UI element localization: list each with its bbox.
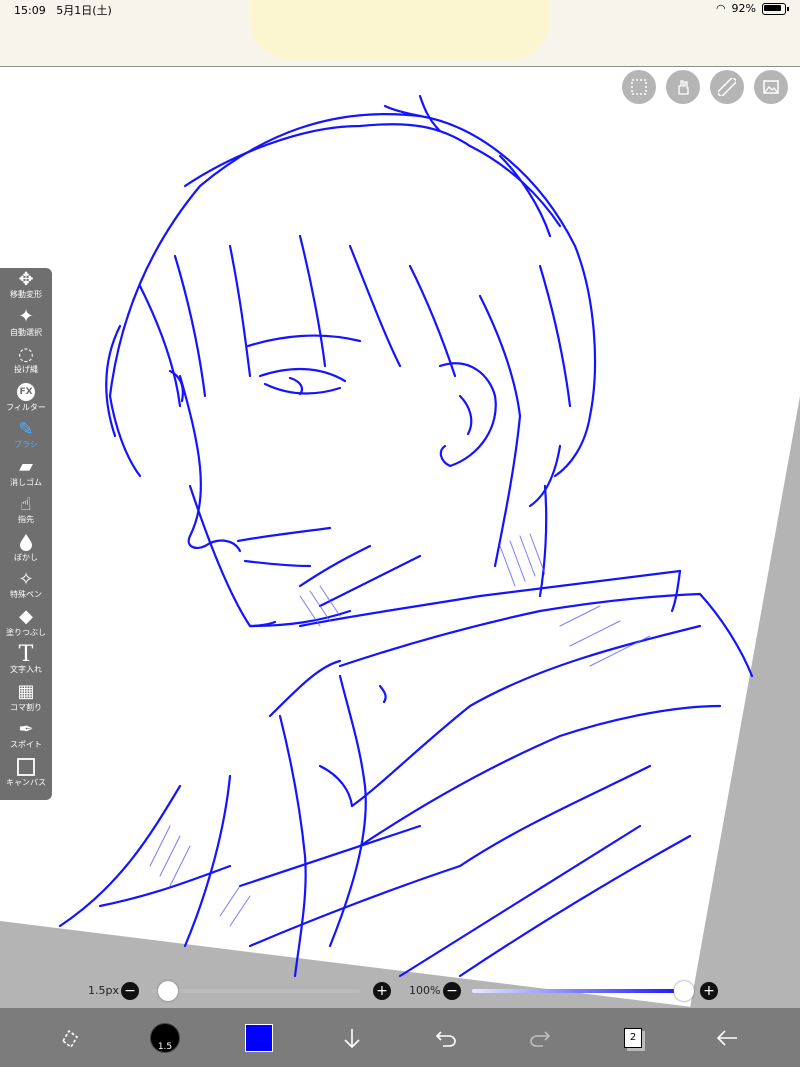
- redo-icon[interactable]: [510, 1008, 570, 1067]
- tool-label: フィルター: [6, 402, 46, 412]
- sketch-artwork: [0, 94, 800, 1008]
- tool-label: 消しゴム: [10, 477, 42, 487]
- tool-fill[interactable]: ◆ 塗りつぶし: [0, 606, 52, 644]
- layers-button[interactable]: 2: [603, 1008, 663, 1067]
- opacity-label: 100%: [409, 984, 441, 997]
- tool-auto-select[interactable]: ✦ 自動選択: [0, 306, 52, 344]
- tool-canvas[interactable]: キャンバス: [0, 756, 52, 794]
- brush-size-button[interactable]: 1.5: [135, 1008, 195, 1067]
- tool-label: 文字入れ: [10, 665, 42, 674]
- brush-size-slider[interactable]: [152, 989, 360, 993]
- fx-icon: FX: [17, 381, 35, 403]
- tool-special-pen[interactable]: ✧ 特殊ペン: [0, 568, 52, 606]
- back-arrow-icon[interactable]: [697, 1008, 757, 1067]
- tool-finger[interactable]: ☝ 指先: [0, 493, 52, 531]
- tool-text[interactable]: T 文字入れ: [0, 641, 52, 681]
- opacity-minus-button[interactable]: −: [443, 982, 461, 1000]
- slider-bar: 1.5px − + 100% − +: [0, 978, 800, 1006]
- sketch-lines: [58, 94, 754, 978]
- image-icon[interactable]: [754, 70, 788, 104]
- opacity-plus-button[interactable]: +: [700, 982, 718, 1000]
- brush-size-badge: 1.5: [150, 1022, 180, 1053]
- tool-lasso[interactable]: ◌ 投げ縄: [0, 343, 52, 381]
- tool-palette: ✥ 移動変形 ✦ 自動選択 ◌ 投げ縄 FX フィルター ✎ ブラシ ▰ 消しゴム ☝ 指先 …: [0, 268, 52, 800]
- tool-label: スポイト: [10, 740, 42, 749]
- tool-label: 投げ縄: [14, 365, 38, 374]
- current-color-swatch: [245, 1023, 273, 1052]
- brush-icon: ✎: [18, 418, 34, 440]
- selection-icon[interactable]: [622, 70, 656, 104]
- undo-icon[interactable]: [416, 1008, 476, 1067]
- magic-wand-icon: ✦: [18, 306, 34, 327]
- tool-label: コマ割り: [10, 702, 42, 712]
- canvas-background-right: [690, 396, 800, 1008]
- color-button[interactable]: [229, 1008, 289, 1067]
- move-icon: ✥: [18, 268, 34, 290]
- brush-size-minus-button[interactable]: −: [121, 982, 139, 1000]
- brush-size-label: 1.5px: [88, 984, 119, 997]
- tool-label: 移動変形: [10, 290, 42, 299]
- battery-percent: 92%: [731, 2, 756, 15]
- tool-frame[interactable]: ▦ コマ割り: [0, 681, 52, 719]
- tool-label: 指先: [18, 515, 34, 524]
- drop-icon: [19, 531, 33, 553]
- top-right-buttons: [622, 70, 788, 104]
- wifi-icon: ◠: [715, 2, 726, 15]
- brush-size-slider-knob[interactable]: [158, 981, 179, 1001]
- tool-label: キャンバス: [6, 777, 46, 787]
- tool-eraser[interactable]: ▰ 消しゴム: [0, 456, 52, 494]
- tool-label: ぼかし: [14, 552, 38, 562]
- eyedropper-icon: ✒: [18, 718, 34, 740]
- bottom-toolbar: 1.5 2: [0, 1008, 800, 1067]
- status-date: 5月1日(土): [56, 4, 112, 17]
- tool-move[interactable]: ✥ 移動変形: [0, 268, 52, 306]
- layers-icon: 2: [624, 1027, 642, 1048]
- lasso-icon: ◌: [18, 343, 34, 365]
- opacity-slider-knob[interactable]: [674, 981, 694, 1001]
- status-right: ◠ 92%: [715, 2, 789, 15]
- tool-label: ブラシ: [14, 440, 38, 449]
- frame-icon: ▦: [17, 681, 35, 702]
- battery-icon: [762, 2, 789, 15]
- tool-label: 塗りつぶし: [5, 627, 47, 637]
- fill-icon: ◆: [19, 606, 33, 627]
- finger-icon: ☝: [20, 493, 32, 515]
- tool-label: 自動選択: [10, 327, 42, 337]
- text-icon: T: [18, 641, 34, 667]
- status-bar: 15:09 5月1日(土) ◠ 92%: [0, 0, 800, 67]
- tool-filter[interactable]: FX フィルター: [0, 381, 52, 419]
- eraser-icon: ▰: [19, 456, 33, 477]
- opacity-slider[interactable]: [472, 989, 684, 993]
- hand-icon[interactable]: [666, 70, 700, 104]
- ruler-icon[interactable]: [710, 70, 744, 104]
- drawing-canvas[interactable]: [0, 66, 800, 1008]
- tool-blur[interactable]: ぼかし: [0, 531, 52, 569]
- brush-size-plus-button[interactable]: +: [373, 982, 391, 1000]
- special-pen-icon: ✧: [18, 568, 34, 590]
- tool-label: 特殊ペン: [10, 590, 42, 599]
- canvas-icon: [17, 756, 35, 778]
- status-time: 15:09 5月1日(土): [14, 4, 112, 17]
- transform-icon[interactable]: [40, 1008, 100, 1067]
- status-bar-decoration: [250, 0, 550, 60]
- down-arrow-icon[interactable]: [322, 1008, 382, 1067]
- tool-brush[interactable]: ✎ ブラシ: [0, 418, 52, 456]
- tool-eyedropper[interactable]: ✒ スポイト: [0, 718, 52, 756]
